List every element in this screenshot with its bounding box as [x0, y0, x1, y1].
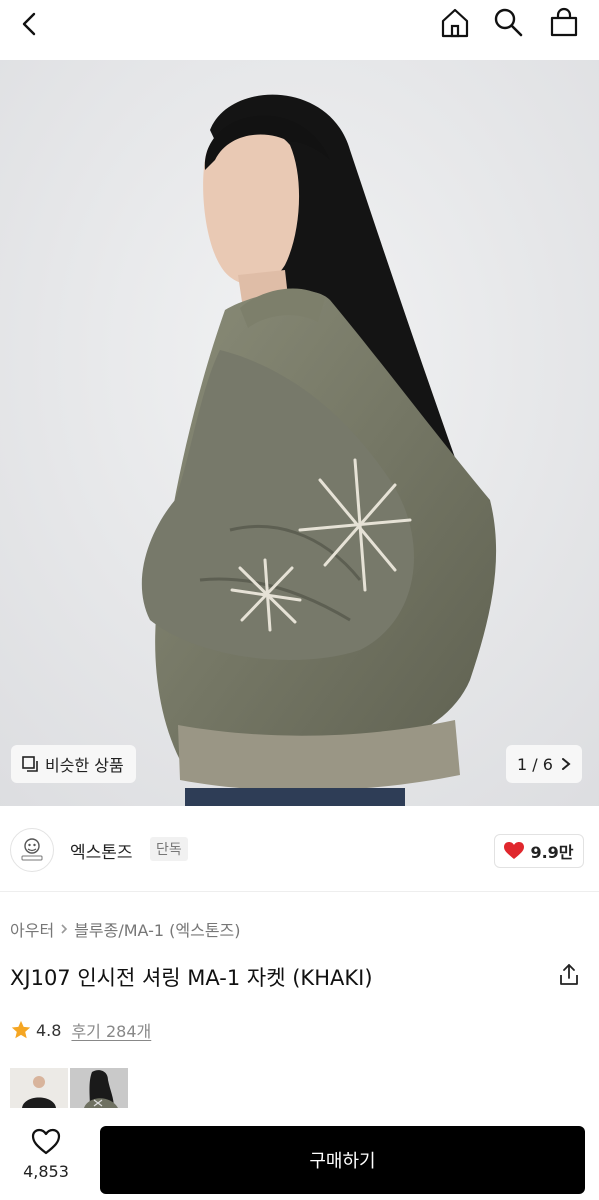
star-icon: [11, 1020, 31, 1039]
color-thumbnails: [10, 1068, 128, 1108]
pager-text: 1 / 6: [517, 754, 553, 774]
rating-row: 4.8 후기 284개: [10, 1018, 151, 1042]
thumbnail-image: [10, 1068, 68, 1108]
brand-row: 엑스톤즈 단독 9.9만: [0, 806, 599, 892]
chevron-right-icon: [61, 924, 68, 934]
chevron-right-icon: [561, 758, 571, 770]
shopping-bag-icon[interactable]: [547, 5, 581, 39]
breadcrumb-item[interactable]: 블루종/MA-1 (엑스톤즈): [74, 917, 240, 941]
heart-filled-icon: [504, 842, 525, 859]
share-icon[interactable]: [556, 962, 582, 988]
back-icon[interactable]: [14, 8, 46, 40]
similar-products-label: 비슷한 상품: [45, 756, 124, 775]
product-title: XJ107 인시전 셔링 MA-1 자켓 (KHAKI): [10, 966, 373, 990]
wishlist-button[interactable]: 4,853: [18, 1128, 74, 1181]
rating-score: 4.8: [36, 1020, 62, 1040]
brand-name[interactable]: 엑스톤즈: [70, 838, 133, 863]
exclusive-badge: 단독: [150, 837, 188, 861]
buy-button[interactable]: 구매하기: [100, 1126, 585, 1194]
thumbnail-image: [70, 1068, 128, 1108]
image-pager[interactable]: 1 / 6: [506, 745, 582, 783]
brand-logo-icon: [21, 838, 43, 861]
color-thumbnail[interactable]: [70, 1068, 128, 1108]
breadcrumb-item[interactable]: 아우터: [10, 917, 54, 941]
brand-like-count: 9.9만: [530, 843, 574, 862]
reviews-link[interactable]: 후기 284개: [71, 1018, 151, 1042]
product-photo: [0, 60, 599, 806]
brand-logo[interactable]: [10, 828, 54, 872]
search-icon[interactable]: [492, 6, 524, 38]
breadcrumb: 아우터 블루종/MA-1 (엑스톤즈): [10, 917, 241, 941]
top-bar: [0, 0, 599, 60]
bottom-action-bar: 4,853 구매하기: [0, 1110, 599, 1200]
similar-items-icon: [22, 756, 38, 772]
brand-like-button[interactable]: 9.9만: [494, 834, 584, 868]
similar-products-button[interactable]: 비슷한 상품: [11, 745, 136, 783]
color-thumbnail[interactable]: [10, 1068, 68, 1108]
product-image-carousel[interactable]: 비슷한 상품 1 / 6: [0, 60, 599, 806]
heart-outline-icon: [31, 1128, 61, 1155]
wishlist-count: 4,853: [23, 1162, 69, 1181]
home-icon[interactable]: [438, 6, 472, 40]
